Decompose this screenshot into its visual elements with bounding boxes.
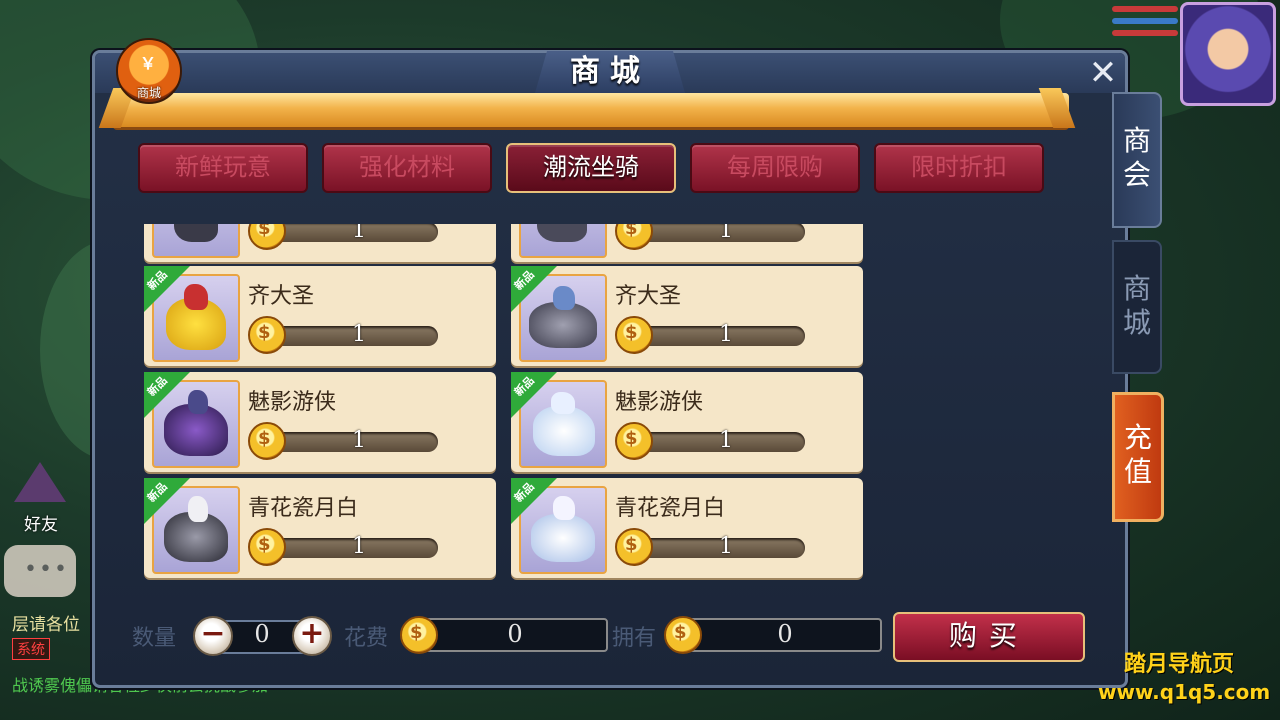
hud-mp-bar xyxy=(1112,18,1178,24)
mount-rider xyxy=(188,390,208,414)
item-name: 青花瓷月白 xyxy=(615,496,726,521)
owned-value: 0 xyxy=(777,620,793,648)
item-price: 1 xyxy=(719,322,733,347)
item-name: 魅影游侠 xyxy=(248,390,337,415)
shop-badge-icon: ￥ 商城 xyxy=(116,38,182,104)
quantity-plus-button[interactable]: + xyxy=(292,616,332,656)
tab-fresh-items[interactable]: 新鲜玩意 xyxy=(138,143,308,193)
coin-icon: $ xyxy=(400,616,438,654)
friend-label: 好友 xyxy=(24,515,58,535)
system-channel-tag: 系统 xyxy=(12,638,50,660)
mount-figure xyxy=(537,224,587,242)
cost-label: 花费 xyxy=(344,626,389,651)
shop-badge-label: 商城 xyxy=(136,86,161,100)
side-tab-recharge[interactable]: 充值 xyxy=(1112,392,1164,522)
item-list[interactable]: $ 1 $ 1 新品 齐大圣 $ 1 新品 齐大圣 $ 1 新品 魅影游侠 $ … xyxy=(140,224,880,584)
title-scroll-ornament xyxy=(113,93,1069,127)
side-tab-label: 商城 xyxy=(1122,272,1151,339)
player-avatar[interactable] xyxy=(1180,2,1276,106)
mount-figure xyxy=(174,224,218,242)
item-card[interactable]: 新品 魅影游侠 $ 1 xyxy=(144,372,496,472)
hud-exp-bar xyxy=(1112,30,1178,36)
chat-message: 层请各位 xyxy=(12,615,80,635)
close-icon[interactable]: ✕ xyxy=(1085,56,1121,91)
item-card[interactable]: 新品 齐大圣 $ 1 xyxy=(511,266,863,366)
friend-button[interactable]: 好友 xyxy=(6,462,76,535)
item-name: 魅影游侠 xyxy=(615,390,704,415)
hud-hp-bar xyxy=(1112,6,1178,12)
side-tab-shop[interactable]: 商城 xyxy=(1112,240,1162,374)
side-tab-label: 充值 xyxy=(1123,421,1152,488)
watermark-title: 踏月导航页 xyxy=(1124,652,1235,677)
item-price: 1 xyxy=(719,224,733,243)
item-price: 1 xyxy=(352,534,366,559)
item-card[interactable]: 新品 魅影游侠 $ 1 xyxy=(511,372,863,472)
item-name: 齐大圣 xyxy=(248,284,315,309)
item-name: 青花瓷月白 xyxy=(248,496,359,521)
quantity-value: 0 xyxy=(254,620,270,648)
item-price: 1 xyxy=(352,224,366,243)
quantity-label: 数量 xyxy=(132,626,177,651)
side-tab-label: 商会 xyxy=(1122,124,1151,191)
quantity-minus-button[interactable]: − xyxy=(193,616,233,656)
side-tab-guild[interactable]: 商会 xyxy=(1112,92,1162,228)
page-title: 商城 xyxy=(570,54,650,89)
item-name: 齐大圣 xyxy=(615,284,682,309)
tab-weekly-limited[interactable]: 每周限购 xyxy=(690,143,860,193)
chat-bubble-icon: ••• xyxy=(24,557,69,582)
coin-icon: $ xyxy=(664,616,702,654)
buy-button[interactable]: 购买 xyxy=(893,612,1085,662)
item-price: 1 xyxy=(719,428,733,453)
mount-rider xyxy=(188,496,208,522)
tab-enhance-materials[interactable]: 强化材料 xyxy=(322,143,492,193)
item-price: 1 xyxy=(352,428,366,453)
yen-symbol: ￥ xyxy=(140,54,157,73)
mount-thumbnail xyxy=(152,224,240,258)
tab-time-discount[interactable]: 限时折扣 xyxy=(874,143,1044,193)
item-card[interactable]: $ 1 xyxy=(144,224,496,262)
tab-trendy-mounts[interactable]: 潮流坐骑 xyxy=(506,143,676,193)
item-price: 1 xyxy=(719,534,733,559)
cost-value: 0 xyxy=(507,620,523,648)
item-price: 1 xyxy=(352,322,366,347)
mount-thumbnail xyxy=(519,224,607,258)
owned-label: 拥有 xyxy=(612,626,657,651)
item-card[interactable]: $ 1 xyxy=(511,224,863,262)
chat-button[interactable]: ••• xyxy=(4,545,76,597)
item-card[interactable]: 新品 青花瓷月白 $ 1 xyxy=(511,478,863,578)
friend-hat-icon xyxy=(14,462,66,502)
item-card[interactable]: 新品 青花瓷月白 $ 1 xyxy=(144,478,496,578)
watermark-url: www.q1q5.com xyxy=(1098,680,1271,704)
item-card[interactable]: 新品 齐大圣 $ 1 xyxy=(144,266,496,366)
